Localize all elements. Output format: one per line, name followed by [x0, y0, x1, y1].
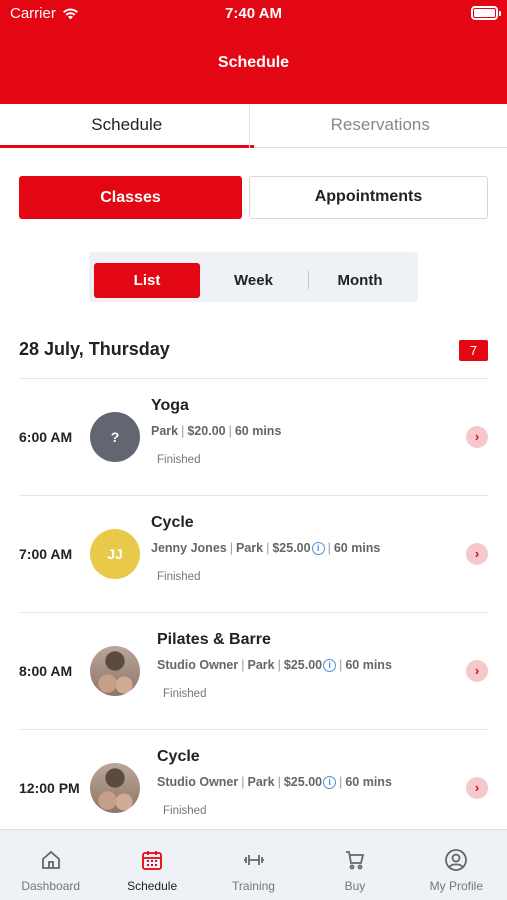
class-time: 7:00 AM: [19, 546, 73, 562]
class-row[interactable]: 7:00 AM JJ Cycle Jenny Jones | Park | $25.…: [19, 495, 488, 612]
class-name: Cycle: [151, 514, 194, 531]
nav-my-profile[interactable]: My Profile: [406, 830, 507, 900]
class-details: Studio Owner | Park | $25.00 i | 60 mins: [157, 775, 392, 789]
class-status: Finished: [157, 571, 201, 583]
class-row[interactable]: 6:00 AM ? Yoga Park | $20.00 | 60 mins Fin…: [19, 378, 488, 495]
class-name: Pilates & Barre: [157, 631, 271, 648]
top-tabs: Schedule Reservations: [0, 104, 507, 148]
classes-button[interactable]: Classes: [19, 176, 242, 219]
chevron-right-icon[interactable]: ›: [466, 777, 488, 799]
class-count-badge: 7: [459, 340, 488, 361]
bottom-nav: Dashboard Schedule Training Buy My Profi…: [0, 829, 507, 900]
class-status: Finished: [163, 688, 207, 700]
instructor-photo: [90, 763, 140, 813]
class-time: 12:00 PM: [19, 780, 80, 796]
class-location: Park: [247, 658, 275, 672]
class-details: Park | $20.00 | 60 mins: [151, 424, 282, 438]
class-duration: 60 mins: [345, 658, 392, 672]
class-duration: 60 mins: [333, 541, 381, 555]
class-location: Park: [247, 775, 275, 789]
class-duration: 60 mins: [345, 775, 392, 789]
class-location: Park: [151, 424, 179, 438]
class-instructor: Jenny Jones: [151, 541, 227, 555]
nav-dashboard[interactable]: Dashboard: [0, 830, 101, 900]
tab-schedule[interactable]: Schedule: [0, 104, 254, 148]
class-name: Cycle: [157, 748, 200, 765]
nav-buy[interactable]: Buy: [304, 830, 405, 900]
battery-icon: [471, 6, 501, 20]
avatar: JJ: [90, 529, 140, 579]
tab-reservations[interactable]: Reservations: [254, 104, 507, 147]
day-title: 28 July, Thursday: [19, 339, 170, 359]
class-instructor: Studio Owner: [157, 658, 239, 672]
appointments-button[interactable]: Appointments: [249, 176, 488, 219]
app-header: Carrier 7:40 AM Schedule: [0, 0, 507, 104]
class-duration: 60 mins: [234, 424, 282, 438]
class-location: Park: [235, 541, 264, 555]
view-toggle: List Week Month: [89, 252, 418, 302]
clock: 7:40 AM: [225, 5, 282, 22]
class-price: $20.00: [187, 424, 226, 438]
class-instructor: Studio Owner: [157, 775, 239, 789]
class-price: $25.00: [283, 658, 323, 672]
info-icon[interactable]: i: [323, 658, 337, 672]
nav-label: Training: [232, 879, 275, 893]
view-week-button[interactable]: Week: [200, 263, 307, 298]
class-details: Studio Owner | Park | $25.00 i | 60 mins: [157, 658, 392, 672]
tab-divider: [249, 104, 250, 148]
profile-icon: [445, 849, 468, 871]
page-title: Schedule: [217, 54, 290, 71]
avatar: ?: [90, 412, 140, 462]
dumbbell-icon: [243, 855, 264, 865]
status-bar: Carrier 7:40 AM: [0, 0, 507, 28]
chevron-right-icon[interactable]: ›: [466, 543, 488, 565]
class-price: $25.00: [272, 541, 311, 555]
nav-training[interactable]: Training: [203, 830, 304, 900]
info-icon[interactable]: i: [311, 541, 325, 555]
view-list-button[interactable]: List: [94, 263, 200, 298]
instructor-photo: [90, 646, 140, 696]
class-price: $25.00: [283, 775, 323, 789]
chevron-right-icon[interactable]: ›: [466, 426, 488, 448]
cart-icon: [345, 851, 365, 870]
class-details: Jenny Jones | Park | $25.00 i | 60 mins: [151, 541, 381, 555]
nav-label: Schedule: [127, 879, 178, 893]
class-name: Yoga: [151, 397, 189, 414]
class-row[interactable]: 8:00 AM Pilates & Barre Studio Owner | Pa…: [19, 612, 488, 729]
class-time: 6:00 AM: [19, 429, 73, 445]
nav-label: My Profile: [429, 879, 483, 893]
class-status: Finished: [157, 454, 201, 466]
view-month-button[interactable]: Month: [307, 263, 413, 298]
calendar-icon: [142, 851, 163, 870]
nav-schedule[interactable]: Schedule: [101, 830, 202, 900]
class-status: Finished: [163, 805, 207, 817]
info-icon[interactable]: i: [323, 775, 337, 789]
class-time: 8:00 AM: [19, 663, 73, 679]
nav-label: Dashboard: [21, 879, 81, 893]
chevron-right-icon[interactable]: ›: [466, 660, 488, 682]
nav-label: Buy: [344, 879, 366, 893]
home-icon: [41, 850, 60, 869]
